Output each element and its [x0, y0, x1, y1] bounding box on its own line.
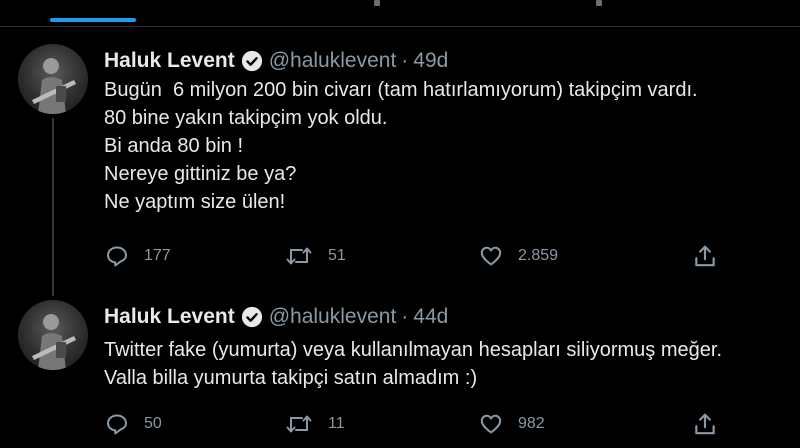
reply-icon — [107, 414, 127, 435]
heart-icon — [480, 414, 502, 434]
tweet-header: Haluk Levent @haluklevent · 49d — [104, 46, 448, 76]
share-button[interactable] — [692, 243, 718, 269]
retweet-icon — [286, 415, 312, 433]
tweet-timestamp[interactable]: 49d — [413, 49, 448, 73]
tweet-header: Haluk Levent @haluklevent · 44d — [104, 302, 448, 332]
active-tab-indicator — [50, 18, 136, 22]
retweet-icon — [286, 247, 312, 265]
author-handle[interactable]: @haluklevent — [269, 305, 397, 329]
tab-icon-fragment — [374, 0, 380, 6]
verified-badge-icon — [241, 306, 263, 328]
author-name[interactable]: Haluk Levent — [104, 49, 235, 73]
verified-badge-icon — [241, 50, 263, 72]
retweet-button[interactable]: 51 — [284, 243, 346, 269]
separator-dot: · — [401, 305, 409, 328]
share-icon — [695, 413, 715, 435]
share-icon — [695, 245, 715, 267]
heart-icon — [480, 246, 502, 266]
tweet-text-line: 80 bine yakın takipçim yok oldu. — [104, 107, 388, 129]
retweet-count: 11 — [328, 415, 345, 432]
top-tab-bar — [0, 0, 800, 27]
author-name[interactable]: Haluk Levent — [104, 305, 235, 329]
tweet-text-line: Bugün 6 milyon 200 bin civarı (tam hatır… — [104, 79, 698, 101]
tweet-text: Twitter fake (yumurta) veya kullanılmaya… — [104, 336, 722, 392]
like-button[interactable]: 982 — [478, 411, 545, 437]
avatar[interactable] — [18, 44, 88, 114]
reply-button[interactable]: 50 — [104, 411, 162, 437]
tweet-text: Bugün 6 milyon 200 bin civarı (tam hatır… — [104, 76, 698, 216]
reply-icon — [107, 246, 127, 267]
avatar[interactable] — [18, 300, 88, 370]
retweet-count: 51 — [328, 247, 346, 264]
reply-count: 177 — [144, 247, 171, 264]
tab-icon-fragment — [596, 0, 602, 6]
tweet-text-line: Valla billa yumurta takipçi satın almadı… — [104, 367, 478, 389]
like-count: 2.859 — [518, 247, 559, 264]
reply-button[interactable]: 177 — [104, 243, 171, 269]
like-button[interactable]: 2.859 — [478, 243, 558, 269]
tweet-text-line: Twitter fake (yumurta) veya kullanılmaya… — [104, 339, 723, 361]
tweet-timestamp[interactable]: 44d — [413, 305, 448, 329]
tweet-text-line: Bi anda 80 bin ! — [104, 135, 243, 157]
like-count: 982 — [518, 415, 545, 432]
separator-dot: · — [401, 49, 409, 72]
tweet-text-line: Nereye gittiniz be ya? — [104, 163, 297, 185]
share-button[interactable] — [692, 411, 718, 437]
retweet-button[interactable]: 11 — [284, 411, 345, 437]
author-handle[interactable]: @haluklevent — [269, 49, 397, 73]
avatar-photo-icon — [32, 314, 76, 370]
reply-count: 50 — [144, 415, 162, 432]
avatar-photo-icon — [32, 58, 76, 114]
thread-connector-line — [52, 118, 54, 296]
tweet-text-line: Ne yaptım size ülen! — [104, 191, 286, 213]
